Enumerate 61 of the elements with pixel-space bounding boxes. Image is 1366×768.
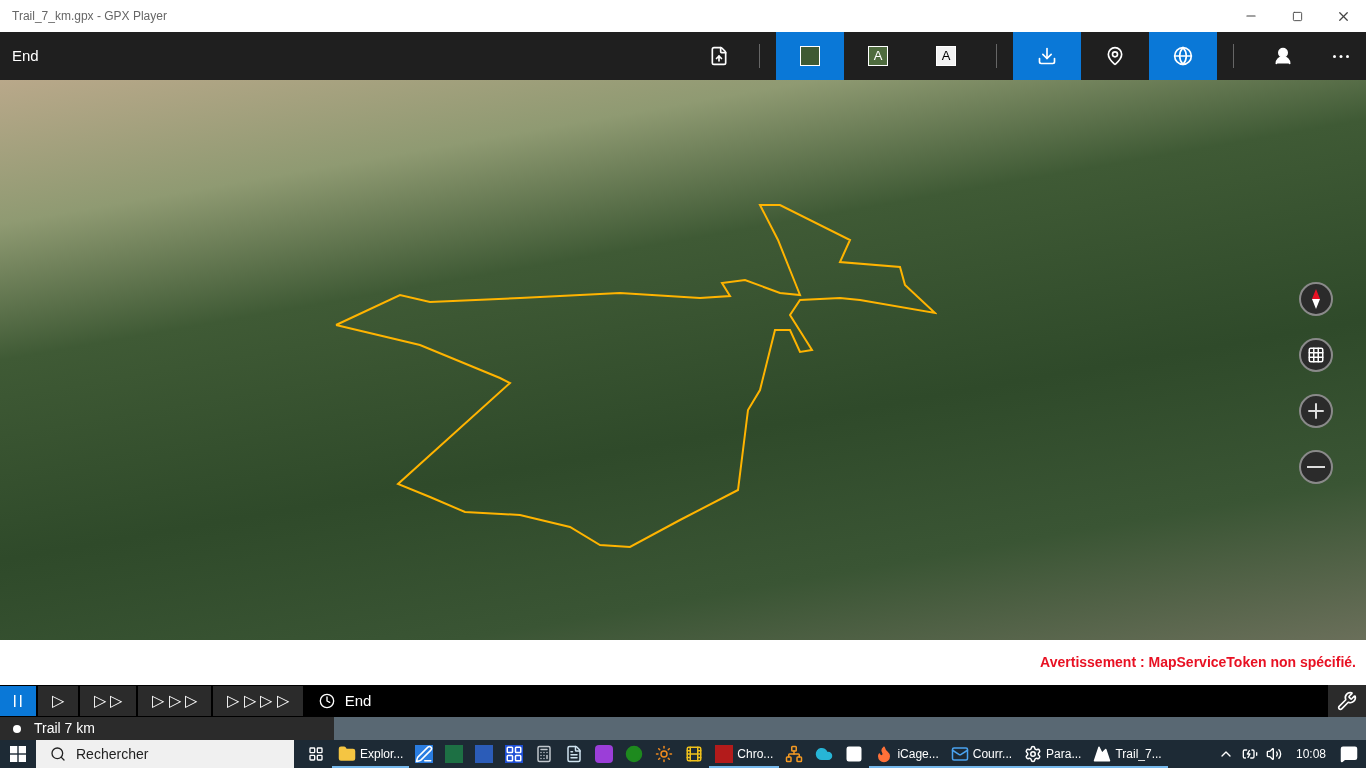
sunburst-icon: [655, 745, 674, 763]
globe-icon: [1173, 46, 1193, 66]
windows-logo-icon: [10, 746, 26, 762]
mountain-icon: [1093, 745, 1112, 763]
search-icon: [50, 746, 66, 762]
speed-button[interactable]: ▷ ▷ ▷: [138, 686, 212, 716]
mail-icon: [950, 745, 969, 763]
clock-icon: [318, 693, 335, 709]
settings-icon: [1024, 745, 1043, 763]
taskbar-app[interactable]: Para...: [1018, 740, 1088, 768]
film-icon: [685, 745, 704, 763]
restore-icon: [1291, 10, 1303, 22]
more-icon: [1333, 54, 1349, 58]
person-icon: [1273, 46, 1293, 66]
cloud-icon: [815, 745, 834, 763]
grid-icon: [1307, 346, 1325, 364]
map-style-button[interactable]: A: [912, 32, 980, 80]
battery-icon[interactable]: [1241, 746, 1258, 762]
pause-button[interactable]: [0, 686, 36, 716]
volume-icon[interactable]: [1265, 746, 1282, 762]
pin-icon: [1105, 46, 1125, 66]
window-title: Trail_7_km.gpx - GPX Player: [12, 8, 167, 25]
taskbar-app[interactable]: Chro...: [709, 740, 780, 768]
clock-time[interactable]: 10:08: [1295, 745, 1326, 763]
grid-app-icon: [505, 745, 524, 763]
track-item[interactable]: Trail 7 km: [0, 717, 334, 740]
wrench-icon: [1337, 691, 1357, 711]
map-style-button[interactable]: [776, 32, 844, 80]
playback-time: End: [344, 690, 372, 711]
calculator-icon: [535, 745, 554, 763]
globe-toggle-button[interactable]: [1149, 32, 1217, 80]
aerial-labels-icon: A: [868, 46, 888, 66]
map-style-button[interactable]: A: [844, 32, 912, 80]
download-icon: [1037, 46, 1057, 66]
warning-message: Avertissement : MapServiceToken non spécifié.: [1040, 653, 1356, 672]
pen-icon: [415, 745, 434, 763]
folder-icon: [338, 745, 356, 763]
file-export-icon: [709, 46, 729, 66]
download-toggle-button[interactable]: [1013, 32, 1081, 80]
notification-icon[interactable]: [1340, 745, 1358, 763]
notepad-icon: [565, 745, 584, 763]
ball-icon: [625, 745, 644, 763]
search-field[interactable]: Rechercher: [36, 740, 294, 768]
taskbar-app[interactable]: iCage...: [869, 740, 945, 768]
app-badge-icon: [595, 745, 614, 763]
task-view-icon: [308, 746, 324, 762]
bullet-icon: [13, 724, 21, 733]
network-icon: [785, 745, 804, 763]
speed-button[interactable]: ▷ ▷ ▷ ▷: [213, 686, 303, 716]
taskbar-app[interactable]: Trail_7...: [1087, 740, 1168, 768]
speed-button[interactable]: ▷: [38, 686, 78, 716]
speed-button[interactable]: ▷ ▷: [80, 686, 137, 716]
aerial-map-icon: [800, 46, 820, 66]
road-map-icon: A: [936, 46, 956, 66]
pause-icon: [14, 695, 22, 707]
tile-icon: [845, 745, 864, 763]
toolbar-title: End: [12, 45, 39, 66]
compass-icon: [1311, 289, 1321, 309]
taskbar-app[interactable]: Explor...: [332, 740, 410, 768]
settings-tool-button[interactable]: [1328, 685, 1366, 717]
taskbar-app[interactable]: Courr...: [944, 740, 1019, 768]
